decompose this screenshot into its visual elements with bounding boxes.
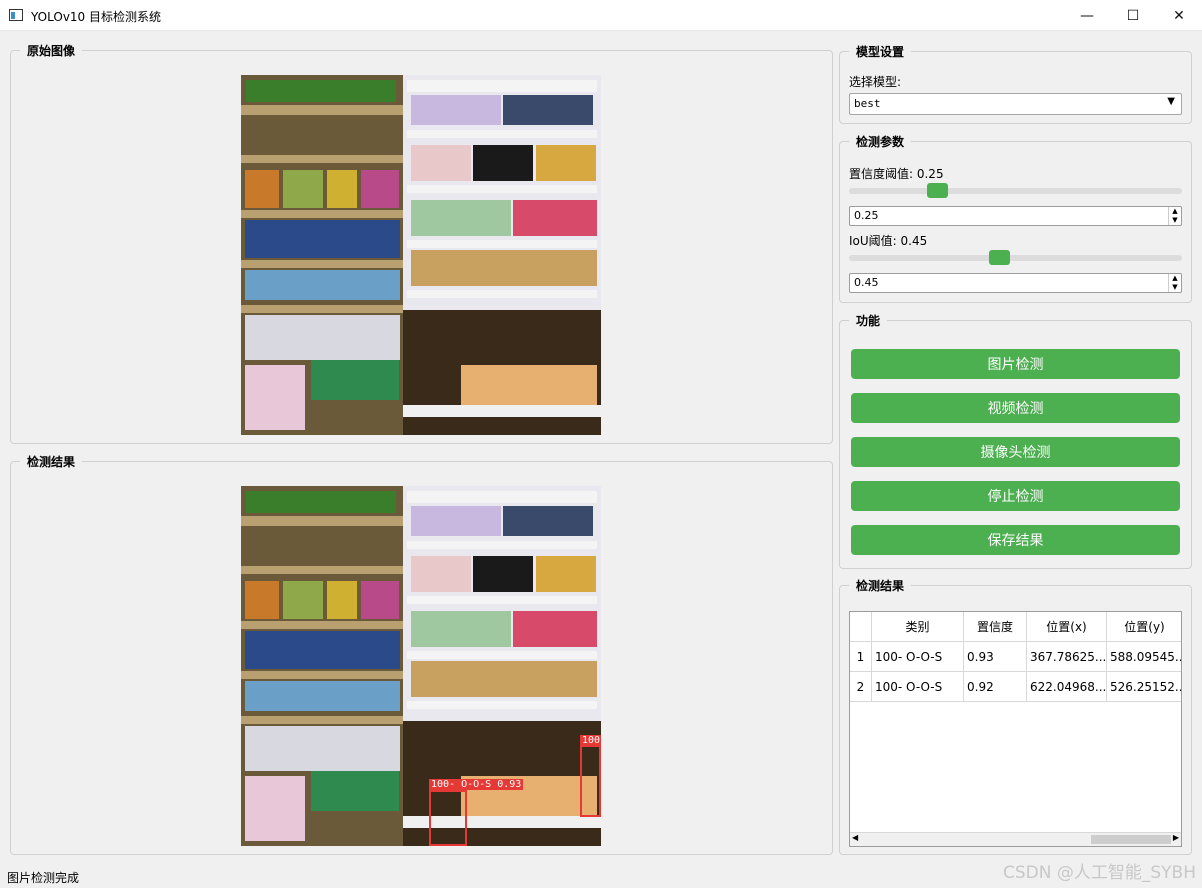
- close-button[interactable]: ✕: [1156, 0, 1202, 31]
- results-title: 检测结果: [849, 577, 912, 594]
- spin-arrows-icon[interactable]: ▲ ▼: [1168, 207, 1181, 225]
- iou-spinbox-value: 0.45: [854, 276, 879, 289]
- table-cell[interactable]: 622.04968...: [1027, 672, 1107, 702]
- column-header-class[interactable]: 类别: [872, 612, 964, 642]
- shelf-photo: [241, 75, 601, 435]
- image-detect-button[interactable]: 图片检测: [851, 349, 1180, 379]
- confidence-slider-handle[interactable]: [927, 183, 948, 198]
- watermark: CSDN @人工智能_SYBH: [1003, 863, 1196, 883]
- table-cell[interactable]: 0.93: [964, 642, 1027, 672]
- horizontal-scrollbar[interactable]: ◀ ▶: [850, 832, 1181, 846]
- table-corner[interactable]: [850, 612, 872, 642]
- original-image: [241, 75, 601, 435]
- scrollbar-thumb[interactable]: [1091, 835, 1171, 844]
- status-bar-text: 图片检测完成: [7, 871, 80, 885]
- table-cell[interactable]: 100- O-O-S: [872, 672, 964, 702]
- table-cell[interactable]: 588.09545...: [1107, 642, 1181, 672]
- table-cell[interactable]: 367.78625...: [1027, 642, 1107, 672]
- minimize-button[interactable]: —: [1064, 0, 1110, 31]
- model-select[interactable]: best ▼: [849, 93, 1182, 115]
- iou-slider[interactable]: [849, 250, 1182, 265]
- model-settings-title: 模型设置: [849, 43, 912, 60]
- confidence-spinbox-value: 0.25: [854, 209, 879, 222]
- confidence-spinbox[interactable]: 0.25 ▲ ▼: [849, 206, 1182, 226]
- save-result-button[interactable]: 保存结果: [851, 525, 1180, 555]
- confidence-slider[interactable]: [849, 183, 1182, 198]
- title-bar: YOLOv10 目标检测系统 — ☐ ✕: [0, 0, 1202, 31]
- confidence-label: 置信度阈值: 0.25: [849, 167, 944, 181]
- model-select-value: best: [854, 97, 881, 110]
- spin-arrows-icon[interactable]: ▲ ▼: [1168, 274, 1181, 292]
- row-header[interactable]: 1: [850, 642, 872, 672]
- iou-label: IoU阈值: 0.45: [849, 234, 928, 248]
- maximize-button[interactable]: ☐: [1110, 0, 1156, 31]
- table-cell[interactable]: 526.25152...: [1107, 672, 1181, 702]
- detection-label: 100: [580, 735, 601, 746]
- shelf-photo-annotated: [241, 486, 601, 846]
- video-detect-button[interactable]: 视频检测: [851, 393, 1180, 423]
- stop-detect-button[interactable]: 停止检测: [851, 481, 1180, 511]
- detection-box: [429, 790, 467, 846]
- functions-title: 功能: [849, 312, 888, 329]
- result-image-title: 检测结果: [20, 453, 83, 470]
- scroll-left-icon[interactable]: ◀: [852, 833, 858, 842]
- detection-box: [580, 745, 601, 817]
- table-cell[interactable]: 100- O-O-S: [872, 642, 964, 672]
- camera-detect-button[interactable]: 摄像头检测: [851, 437, 1180, 467]
- column-header-confidence[interactable]: 置信度: [964, 612, 1027, 642]
- window-app-icon: [9, 9, 23, 21]
- iou-spinbox[interactable]: 0.45 ▲ ▼: [849, 273, 1182, 293]
- iou-slider-handle[interactable]: [989, 250, 1010, 265]
- window-title: YOLOv10 目标检测系统: [31, 10, 162, 24]
- original-image-title: 原始图像: [20, 42, 83, 59]
- select-model-label: 选择模型:: [849, 75, 902, 89]
- detection-params-title: 检测参数: [849, 133, 912, 150]
- results-table[interactable]: 类别 置信度 位置(x) 位置(y) 1 100- O-O-S 0.93 367…: [849, 611, 1182, 847]
- result-image: 100- O-O-S 0.93 100: [241, 486, 601, 846]
- detection-label: 100- O-O-S 0.93: [429, 779, 524, 790]
- scroll-right-icon[interactable]: ▶: [1173, 833, 1179, 842]
- column-header-x[interactable]: 位置(x): [1027, 612, 1107, 642]
- column-header-y[interactable]: 位置(y): [1107, 612, 1181, 642]
- row-header[interactable]: 2: [850, 672, 872, 702]
- table-cell[interactable]: 0.92: [964, 672, 1027, 702]
- combo-arrow-icon: ▼: [1167, 96, 1175, 107]
